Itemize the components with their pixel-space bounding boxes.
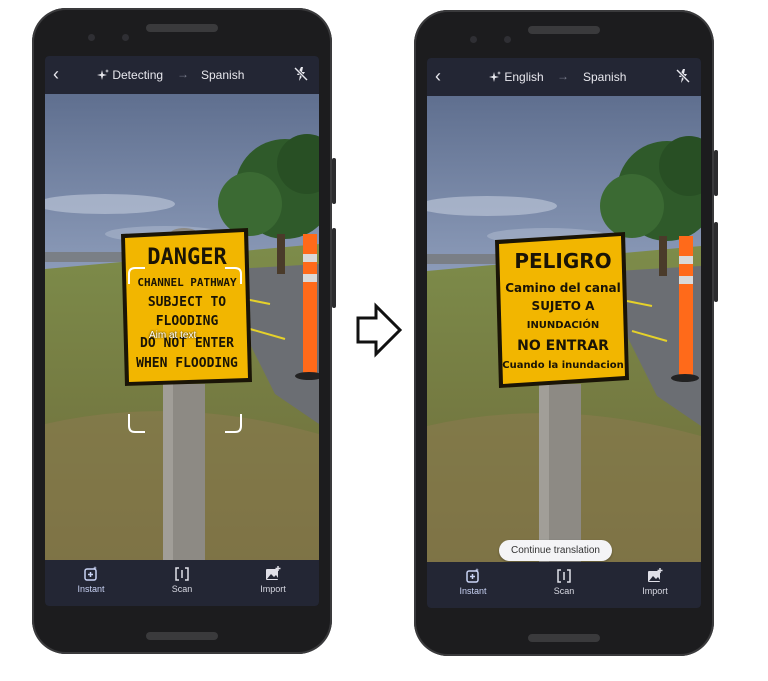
instant-icon xyxy=(84,566,97,581)
sign-line-1: PELIGRO xyxy=(514,249,611,273)
sign-line-2: Camino del canal xyxy=(505,281,620,295)
sensor xyxy=(470,36,477,43)
import-label: Import xyxy=(260,584,286,594)
sign-line-3: SUBJECT TO xyxy=(148,295,226,310)
sign-line-6: WHEN FLOODING xyxy=(136,356,238,371)
sign-line-3: SUJETO A xyxy=(532,299,596,313)
bottom-toolbar: Instant Scan Import xyxy=(45,560,319,606)
back-arrow-icon[interactable]: ‹ xyxy=(435,66,441,86)
right-phone: PELIGRO Camino del canal SUJETO A INUNDA… xyxy=(414,10,718,656)
bottom-toolbar: Instant Scan Import xyxy=(427,562,701,608)
bottom-speaker xyxy=(528,634,600,642)
instant-label: Instant xyxy=(459,586,487,596)
scan-button[interactable]: Scan xyxy=(534,568,594,596)
import-icon xyxy=(266,566,281,580)
earpiece xyxy=(146,24,218,32)
import-button[interactable]: Import xyxy=(625,568,685,596)
top-bar: ‹ English → Spanish xyxy=(427,58,701,96)
instant-button[interactable]: Instant xyxy=(61,566,121,594)
camera-view: PELIGRO Camino del canal SUJETO A INUNDA… xyxy=(427,96,701,562)
sign-line-6: Cuando la inundacion xyxy=(502,360,624,371)
source-language-label: Detecting xyxy=(112,68,164,82)
sign-line-4: FLOODING xyxy=(156,314,219,329)
sign-line-1: DANGER xyxy=(147,245,227,270)
sign-line-5: NO ENTRAR xyxy=(517,338,609,354)
volume-button xyxy=(332,228,336,308)
scan-icon xyxy=(175,567,189,581)
top-bar: ‹ Detecting → Spanish xyxy=(45,56,319,94)
arrow-right-icon: → xyxy=(557,69,569,83)
earpiece xyxy=(528,26,600,34)
front-camera xyxy=(504,36,511,43)
instant-button[interactable]: Instant xyxy=(443,568,503,596)
sign-line-2: CHANNEL PATHWAY xyxy=(137,276,237,289)
back-arrow-icon[interactable]: ‹ xyxy=(53,64,59,84)
left-phone: DANGER CHANNEL PATHWAY SUBJECT TO FLOODI… xyxy=(32,8,336,654)
power-button xyxy=(714,150,718,196)
import-icon xyxy=(648,568,663,582)
scan-label: Scan xyxy=(553,586,575,596)
scan-label: Scan xyxy=(171,584,193,594)
sensor xyxy=(88,34,95,41)
aim-hint: Aim at text xyxy=(149,330,197,341)
front-camera xyxy=(122,34,129,41)
flash-off-icon[interactable] xyxy=(675,68,691,84)
instant-icon xyxy=(466,568,479,583)
flash-off-icon[interactable] xyxy=(293,66,309,82)
target-language[interactable]: Spanish xyxy=(583,70,626,84)
volume-button xyxy=(714,222,718,302)
left-screen: DANGER CHANNEL PATHWAY SUBJECT TO FLOODI… xyxy=(45,56,319,606)
source-language-label: English xyxy=(504,70,544,84)
source-language[interactable]: Detecting xyxy=(97,68,163,82)
import-label: Import xyxy=(642,586,668,596)
target-language[interactable]: Spanish xyxy=(201,68,244,82)
import-button[interactable]: Import xyxy=(243,566,303,594)
camera-view: DANGER CHANNEL PATHWAY SUBJECT TO FLOODI… xyxy=(45,94,319,560)
right-arrow-icon xyxy=(356,302,403,358)
continue-translation-button[interactable]: Continue translation xyxy=(499,540,612,561)
power-button xyxy=(332,158,336,204)
scan-button[interactable]: Scan xyxy=(152,566,212,594)
sparkle-icon xyxy=(489,71,501,82)
sign-line-4: INUNDACIÓN xyxy=(527,318,600,331)
instant-label: Instant xyxy=(77,584,105,594)
right-screen: PELIGRO Camino del canal SUJETO A INUNDA… xyxy=(427,58,701,608)
source-language[interactable]: English xyxy=(489,70,544,84)
sparkle-icon xyxy=(97,69,109,80)
bottom-speaker xyxy=(146,632,218,640)
arrow-right-icon: → xyxy=(177,67,189,81)
scan-icon xyxy=(557,569,571,583)
